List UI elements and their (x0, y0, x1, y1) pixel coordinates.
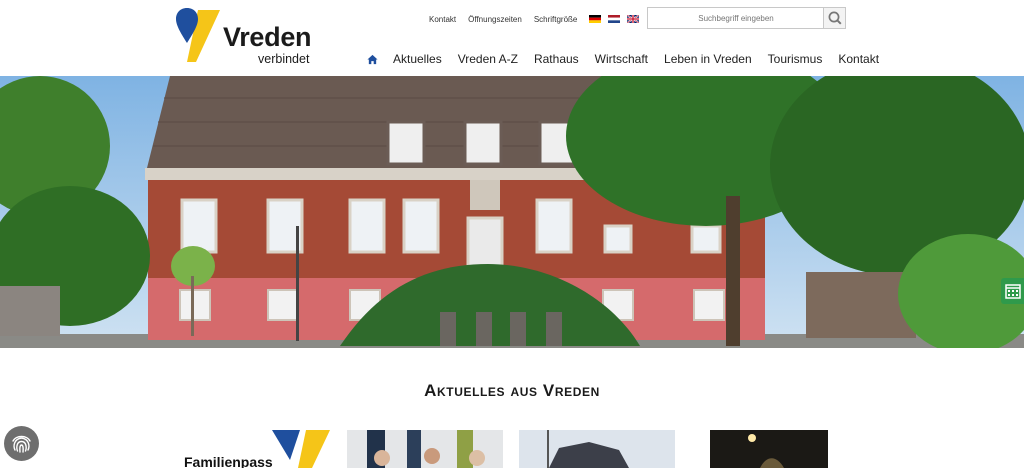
topbar-link-kontakt[interactable]: Kontakt (429, 15, 456, 24)
section-title-text: Aktuelles aus Vreden (424, 381, 600, 400)
page: Vreden verbindet Kontakt Öffnungszeiten … (0, 0, 1024, 468)
search-button[interactable] (823, 8, 845, 28)
nav-item-kontakt[interactable]: Kontakt (838, 52, 879, 66)
nav-item-vreden-a-z[interactable]: Vreden A-Z (458, 52, 518, 66)
fingerprint-icon (12, 435, 31, 453)
flag-de-icon[interactable] (589, 15, 602, 23)
logo-mark-icon (176, 8, 220, 62)
search-box (647, 7, 846, 29)
topbar-link-schriftgroesse[interactable]: Schriftgröße (534, 15, 578, 24)
site-logo[interactable]: Vreden verbindet (176, 6, 326, 68)
section-title: Aktuelles aus Vreden (0, 381, 1024, 401)
topbar-link-oeffnungszeiten[interactable]: Öffnungszeiten (468, 15, 522, 24)
nav-item-rathaus[interactable]: Rathaus (534, 52, 579, 66)
nav-item-tourismus[interactable]: Tourismus (768, 52, 823, 66)
main-navigation: Aktuelles Vreden A-Z Rathaus Wirtschaft … (367, 50, 879, 68)
home-icon[interactable] (367, 54, 378, 65)
fingerprint-button[interactable] (4, 426, 39, 461)
search-icon (828, 11, 842, 25)
news-card-photo-people[interactable] (347, 430, 503, 468)
news-card-photo-building[interactable] (519, 430, 675, 468)
nav-item-leben-in-vreden[interactable]: Leben in Vreden (664, 52, 752, 66)
logo-brand-text: Vreden (223, 22, 312, 52)
search-input[interactable] (648, 8, 824, 28)
news-card-familienpass[interactable]: Familienpass (180, 430, 333, 468)
logo-tagline: verbindet (258, 52, 310, 66)
top-utility-bar: Kontakt Öffnungszeiten Schriftgröße (429, 13, 646, 25)
calendar-button[interactable] (1001, 278, 1024, 304)
flag-nl-icon[interactable] (608, 15, 621, 23)
nav-item-aktuelles[interactable]: Aktuelles (393, 52, 442, 66)
nav-item-wirtschaft[interactable]: Wirtschaft (595, 52, 648, 66)
news-photo (710, 430, 828, 468)
calendar-icon (1005, 284, 1021, 299)
news-card-photo-night[interactable] (710, 430, 828, 468)
flag-uk-icon[interactable] (627, 15, 640, 23)
news-photo (347, 430, 503, 468)
news-photo (519, 430, 675, 468)
town-hall-photo (0, 76, 1024, 348)
news-card-title: Familienpass (184, 454, 273, 468)
site-header: Vreden verbindet Kontakt Öffnungszeiten … (0, 0, 1024, 76)
familienpass-logo-icon (272, 430, 330, 468)
hero-image (0, 76, 1024, 348)
